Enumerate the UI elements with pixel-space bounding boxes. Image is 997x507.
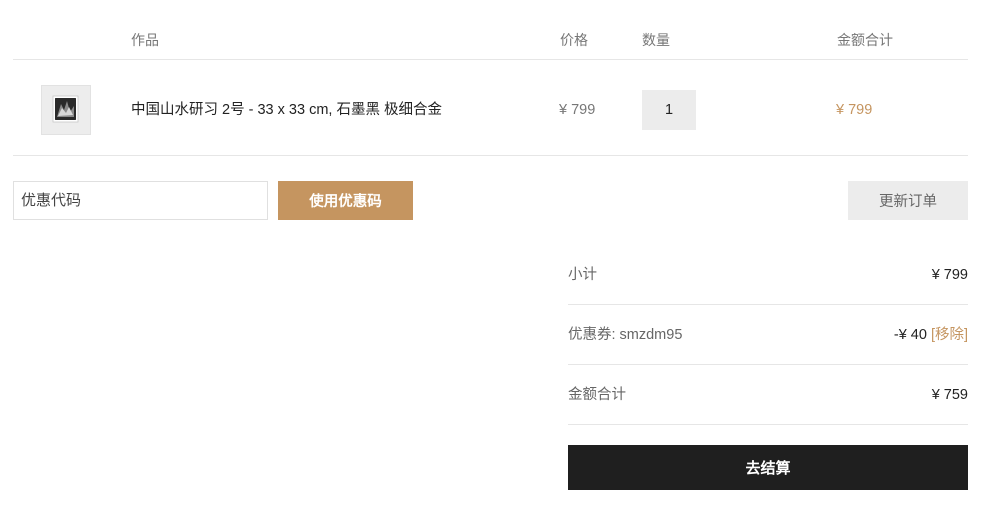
line-total: ¥ 799	[836, 102, 873, 118]
column-header-quantity: 数量	[642, 32, 670, 48]
update-order-button[interactable]: 更新订单	[848, 181, 968, 220]
column-header-product: 作品	[131, 32, 159, 48]
product-price: ¥ 799	[559, 102, 596, 118]
apply-coupon-button[interactable]: 使用优惠码	[278, 181, 413, 220]
framed-artwork-thumbnail-icon	[42, 86, 90, 134]
grand-total-value: ¥ 759	[931, 387, 968, 403]
quantity-input[interactable]	[642, 90, 696, 130]
grand-total-label: 金额合计	[568, 387, 626, 403]
column-header-price: 价格	[560, 32, 588, 48]
grand-total-row: 金额合计 ¥ 759	[568, 365, 968, 425]
subtotal-value: ¥ 799	[931, 267, 968, 283]
checkout-button[interactable]: 去结算	[568, 445, 968, 490]
coupon-label-group: 优惠券: smzdm95	[568, 326, 682, 344]
coupon-discount-value: -¥ 40	[893, 327, 927, 343]
coupon-code-input[interactable]	[13, 181, 268, 220]
column-header-total: 金额合计	[837, 32, 893, 48]
cart-table-header: 作品 价格 数量 金额合计	[13, 19, 968, 60]
product-thumbnail[interactable]	[41, 85, 91, 135]
remove-coupon-link[interactable]: [移除]	[931, 327, 968, 343]
coupon-row: 优惠券: smzdm95 -¥ 40 [移除]	[568, 305, 968, 365]
cart-item-row: 中国山水研习 2号 - 33 x 33 cm, 石墨黑 极细合金 ¥ 799 ¥…	[13, 60, 968, 156]
coupon-label: 优惠券:	[568, 327, 616, 343]
subtotal-label: 小计	[568, 267, 597, 283]
coupon-code: smzdm95	[619, 327, 683, 343]
cart-totals: 小计 ¥ 799 优惠券: smzdm95 -¥ 40 [移除] 金额合计 ¥ 75…	[568, 245, 968, 425]
subtotal-row: 小计 ¥ 799	[568, 245, 968, 305]
coupon-value-group: -¥ 40 [移除]	[894, 326, 968, 344]
product-name[interactable]: 中国山水研习 2号 - 33 x 33 cm, 石墨黑 极细合金	[131, 101, 442, 119]
